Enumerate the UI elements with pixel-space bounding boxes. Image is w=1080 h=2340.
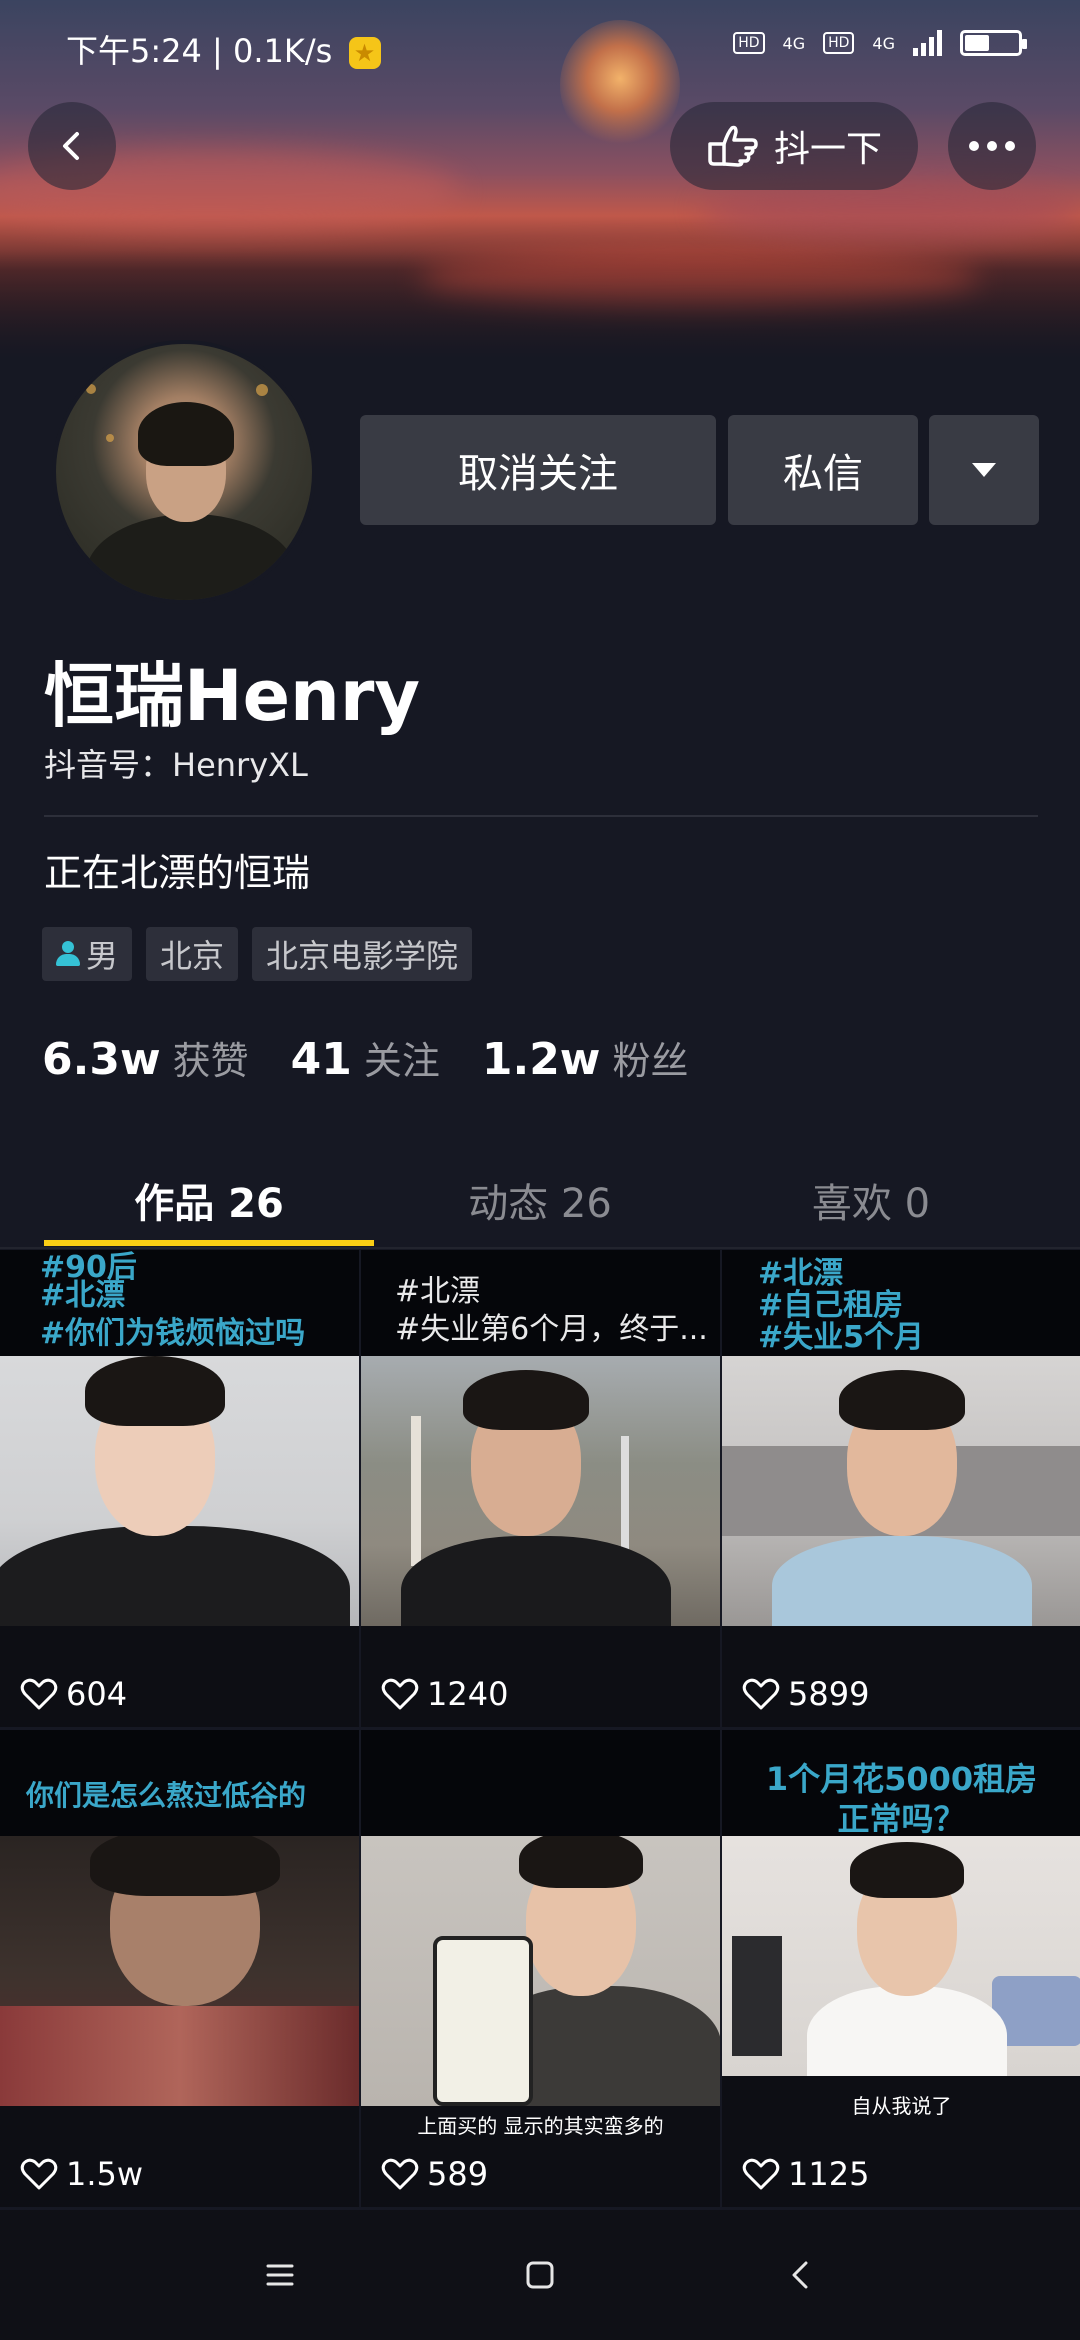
video-subtitle: 上面买的 显示的其实蛮多的 bbox=[417, 2114, 664, 2138]
heart-icon bbox=[742, 2158, 780, 2190]
video-caption: #90后 #北漂 #你们为钱烦恼过吗 bbox=[0, 1250, 359, 1356]
video-thumbnail bbox=[0, 1356, 359, 1626]
content-tabs: 作品 26 动态 26 喜欢 0 bbox=[0, 1150, 1080, 1250]
dropdown-button[interactable] bbox=[929, 415, 1039, 525]
heart-icon bbox=[381, 1678, 419, 1710]
home-button[interactable] bbox=[510, 2245, 570, 2305]
tag-school[interactable]: 北京电影学院 bbox=[252, 927, 473, 981]
avatar[interactable] bbox=[52, 340, 316, 604]
video-grid: #90后 #北漂 #你们为钱烦恼过吗 604 #北漂 #失业第6个月，终于... bbox=[0, 1250, 1080, 2210]
heart-icon bbox=[20, 1678, 58, 1710]
video-subtitle: 自从我说了 bbox=[851, 2094, 952, 2118]
profile-stats: 6.3w 获赞 41 关注 1.2w 粉丝 bbox=[42, 1030, 688, 1085]
status-time: 下午5:24 | 0.1K/s ★ bbox=[66, 26, 381, 72]
video-caption: #北漂 #失业第6个月，终于... bbox=[361, 1250, 720, 1356]
profile-name: 恒瑞Henry bbox=[44, 655, 421, 737]
shake-button[interactable]: 抖一下 bbox=[670, 102, 918, 190]
hd-icon: HD bbox=[733, 32, 765, 54]
star-app-icon: ★ bbox=[348, 37, 381, 69]
back-arrow-icon bbox=[792, 2261, 808, 2289]
stat-following[interactable]: 41 关注 bbox=[291, 1030, 440, 1085]
system-back-button[interactable] bbox=[770, 2245, 830, 2305]
signal-icon bbox=[913, 30, 942, 56]
video-likes: 604 bbox=[20, 1675, 127, 1713]
network-label: 4G bbox=[872, 33, 895, 53]
tab-indicator bbox=[44, 1240, 374, 1246]
video-caption: #北漂 #自己租房 #失业5个月 bbox=[722, 1250, 1080, 1356]
video-likes: 1.5w bbox=[20, 2155, 143, 2193]
chevron-left-icon bbox=[63, 132, 79, 160]
poke-hand-icon bbox=[708, 125, 758, 167]
tab-moments[interactable]: 动态 26 bbox=[375, 1150, 705, 1250]
shake-label: 抖一下 bbox=[773, 129, 882, 170]
video-item[interactable]: #北漂 #自己租房 #失业5个月 5899 bbox=[722, 1250, 1080, 1727]
heart-icon bbox=[20, 2158, 58, 2190]
unfollow-button[interactable]: 取消关注 bbox=[360, 415, 716, 525]
video-thumbnail bbox=[722, 1356, 1080, 1626]
triangle-down-icon bbox=[972, 463, 996, 477]
divider bbox=[44, 815, 1038, 817]
video-caption: 1个月花5000租房 正常吗？ bbox=[722, 1730, 1080, 1838]
tag-gender: 男 bbox=[42, 927, 133, 981]
stat-followers[interactable]: 1.2w 粉丝 bbox=[482, 1030, 689, 1085]
back-button[interactable] bbox=[28, 102, 116, 190]
video-likes: 1240 bbox=[381, 1675, 508, 1713]
video-likes: 5899 bbox=[742, 1675, 869, 1713]
battery-icon bbox=[960, 30, 1027, 56]
menu-button[interactable] bbox=[250, 2245, 310, 2305]
video-item[interactable]: #90后 #北漂 #你们为钱烦恼过吗 604 bbox=[0, 1250, 359, 1727]
douyin-id[interactable]: 抖音号：HenryXL bbox=[44, 740, 308, 786]
tab-likes[interactable]: 喜欢 0 bbox=[706, 1150, 1036, 1250]
video-item[interactable]: 1个月花5000租房 正常吗？ 自从我说了 1125 bbox=[722, 1730, 1080, 2207]
video-thumbnail bbox=[361, 1356, 720, 1626]
message-button[interactable]: 私信 bbox=[728, 415, 918, 525]
video-caption bbox=[361, 1730, 720, 1836]
tag-city: 北京 bbox=[146, 927, 239, 981]
profile-bio: 正在北漂的恒瑞 bbox=[44, 851, 311, 895]
home-square-icon bbox=[526, 2261, 554, 2289]
video-item[interactable]: 上面买的 显示的其实蛮多的 589 bbox=[361, 1730, 720, 2207]
profile-tags: 男 北京 北京电影学院 bbox=[42, 927, 473, 981]
network-label: 4G bbox=[782, 33, 806, 53]
heart-icon bbox=[381, 2158, 419, 2190]
video-thumbnail bbox=[0, 1836, 359, 2106]
menu-icon bbox=[266, 2264, 294, 2286]
system-navigation-bar bbox=[0, 2210, 1080, 2340]
tab-works[interactable]: 作品 26 bbox=[44, 1150, 374, 1250]
heart-icon bbox=[742, 1678, 780, 1710]
video-thumbnail bbox=[361, 1836, 720, 2106]
video-caption: 你们是怎么熬过低谷的 bbox=[0, 1730, 359, 1836]
stat-likes: 6.3w 获赞 bbox=[42, 1034, 249, 1085]
video-item[interactable]: 你们是怎么熬过低谷的 1.5w bbox=[0, 1730, 359, 2207]
video-likes: 589 bbox=[381, 2155, 488, 2193]
more-options-button[interactable] bbox=[948, 102, 1036, 190]
hd-icon: HD bbox=[823, 32, 855, 54]
video-likes: 1125 bbox=[742, 2155, 869, 2193]
more-dots-icon bbox=[969, 141, 1015, 151]
video-thumbnail bbox=[722, 1836, 1080, 2076]
person-icon bbox=[56, 941, 80, 967]
video-item[interactable]: #北漂 #失业第6个月，终于... 1240 bbox=[361, 1250, 720, 1727]
status-bar: 下午5:24 | 0.1K/s ★ HD 4G HD 4G bbox=[0, 0, 1080, 96]
